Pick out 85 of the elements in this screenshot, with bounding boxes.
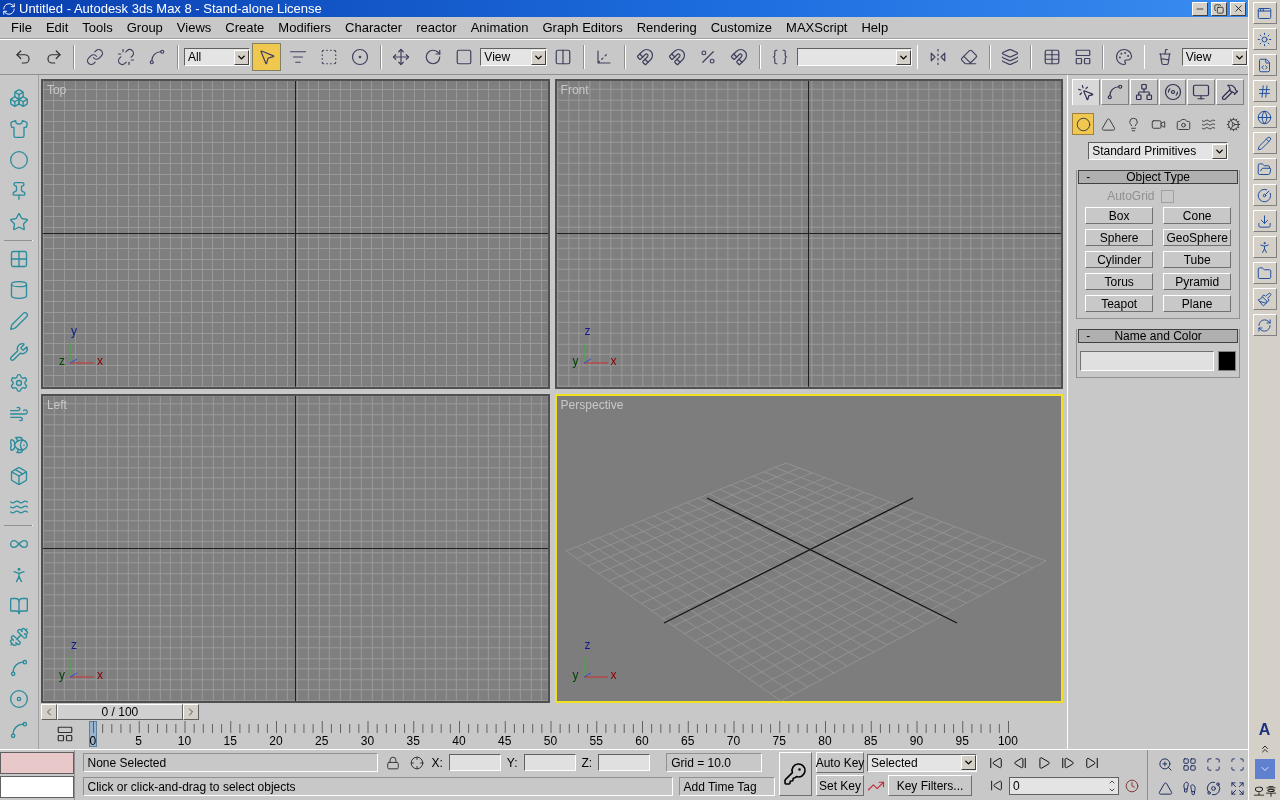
frame-number: 85 (864, 734, 878, 748)
primitive-button[interactable]: Cylinder (1085, 251, 1154, 268)
primitive-button[interactable]: Plane (1163, 295, 1232, 312)
menu-item[interactable]: Group (119, 20, 170, 35)
selection-status: None Selected (82, 753, 378, 772)
primitive-button[interactable]: Box (1085, 207, 1154, 224)
menu-item[interactable]: Edit (38, 20, 76, 35)
primitive-button[interactable]: Torus (1085, 273, 1154, 290)
primitive-button[interactable]: GeoSphere (1163, 229, 1232, 246)
primitive-button[interactable]: Sphere (1085, 229, 1154, 246)
axis-label: z (584, 324, 591, 337)
frame-number: 0 (89, 734, 97, 748)
primitive-button[interactable]: Pyramid (1163, 273, 1232, 290)
language-indicator[interactable]: A (1258, 721, 1271, 739)
frame-number: 25 (315, 734, 329, 748)
primitive-button[interactable]: Cone (1163, 207, 1232, 224)
x-label: X: (431, 755, 443, 770)
frame-number: 65 (681, 734, 695, 748)
rollout-header[interactable]: - Object Type (1078, 170, 1239, 184)
frame-field[interactable]: 0 (1009, 776, 1119, 795)
axis-label: x (96, 669, 103, 682)
frame-number: 75 (772, 734, 786, 748)
viewport-label: Front (560, 83, 589, 97)
axis-label: y (572, 669, 579, 682)
menu-item[interactable]: Modifiers (271, 20, 339, 35)
selection-filter-dropdown[interactable]: All (183, 48, 251, 66)
frame-number: 20 (269, 734, 283, 748)
key-filters-button[interactable]: Key Filters... (888, 775, 972, 796)
frame-number: 30 (360, 734, 375, 748)
frame-number: 45 (498, 734, 512, 748)
menu-item[interactable]: MAXScript (779, 20, 855, 35)
render-view-dropdown[interactable]: View (1181, 48, 1248, 66)
axis-label: y (572, 354, 579, 367)
frame-number: 40 (452, 734, 466, 748)
frame-number: 95 (955, 734, 969, 748)
frame-number: 35 (406, 734, 420, 748)
axis-label: y (58, 669, 65, 682)
set-key-button[interactable]: Set Key (816, 775, 864, 796)
auto-key-button[interactable]: Auto Key (816, 752, 864, 773)
frame-number: 5 (135, 734, 143, 748)
frame-number: 50 (543, 734, 558, 748)
axis-label: y (70, 324, 77, 337)
menu-item[interactable]: reactor (409, 20, 464, 35)
axis-label: x (610, 669, 617, 682)
viewport-label: Top (46, 83, 67, 97)
grid-status: Grid = 10.0 (666, 753, 763, 772)
coordinate-dropdown[interactable]: View (480, 48, 547, 66)
primitive-button[interactable]: Tube (1163, 251, 1232, 268)
frame-number: 10 (177, 734, 192, 748)
key-set-dropdown[interactable]: Selected (867, 753, 977, 772)
menu-item[interactable]: Tools (75, 20, 120, 35)
window-title: Untitled - Autodesk 3ds Max 8 - Stand-alone License (19, 1, 323, 16)
time-slider-thumb[interactable]: 0 / 100 (56, 704, 183, 721)
menu-item[interactable]: Customize (703, 20, 780, 35)
menu-item[interactable]: Help (854, 20, 896, 35)
viewport-label: Perspective (560, 397, 624, 412)
axis-label: z (70, 639, 77, 652)
frame-number: 80 (818, 734, 832, 748)
viewport[interactable]: Left z y x (40, 393, 550, 704)
menu-item[interactable]: Create (218, 20, 272, 35)
rollout-header[interactable]: - Name and Color (1078, 329, 1239, 343)
primitive-type-dropdown[interactable]: Standard Primitives (1088, 142, 1229, 160)
axis-label: x (96, 354, 103, 367)
axis-label: x (610, 354, 617, 367)
y-label: Y: (506, 755, 518, 770)
menu-item[interactable]: Rendering (629, 20, 704, 35)
axis-label: z (584, 639, 591, 652)
autogrid-label: AutoGrid (1107, 189, 1155, 203)
menu-item[interactable]: Animation (463, 20, 536, 35)
z-label: Z: (581, 755, 593, 770)
time-tag[interactable]: Add Time Tag (678, 777, 775, 796)
menu-item[interactable]: Views (169, 20, 219, 35)
menu-item[interactable]: Graph Editors (535, 20, 630, 35)
frame-number: 70 (726, 734, 741, 748)
axis-label: z (58, 354, 65, 367)
menu-item[interactable]: Character (338, 20, 410, 35)
menu-item[interactable]: File (4, 20, 39, 35)
viewport-label: Left (46, 397, 67, 412)
frame-number: 55 (589, 734, 603, 748)
clock: 오후 (1252, 783, 1277, 800)
frame-number: 90 (909, 734, 924, 748)
frame-number: 100 (997, 734, 1018, 748)
frame-number: 60 (635, 734, 649, 748)
primitive-button[interactable]: Teapot (1085, 295, 1154, 312)
frame-number: 15 (223, 734, 237, 748)
